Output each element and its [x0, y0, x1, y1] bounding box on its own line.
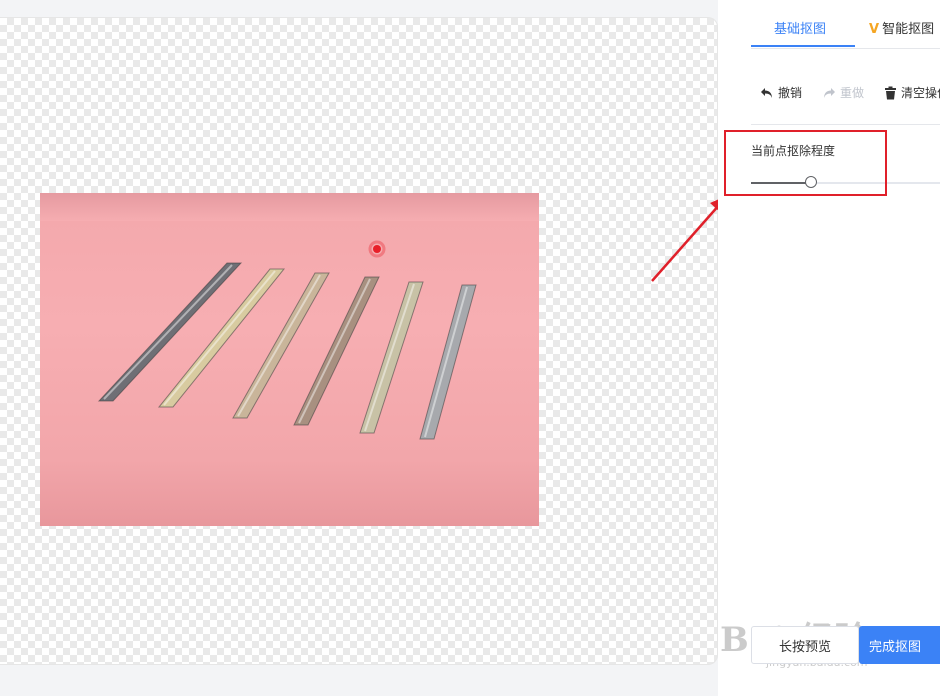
hold-preview-button[interactable]: 长按预览	[751, 626, 859, 664]
redo-button[interactable]: 重做	[822, 84, 864, 101]
tab-basic-cutout[interactable]: 基础抠图	[774, 18, 826, 37]
undo-button[interactable]: 撤销	[760, 84, 802, 101]
clear-button[interactable]: 清空操作	[884, 84, 940, 101]
metal-strip-highlight	[364, 283, 415, 432]
active-tab-indicator	[751, 45, 855, 47]
product-photo[interactable]	[40, 193, 539, 526]
undo-label: 撤销	[778, 86, 803, 100]
undo-icon	[761, 87, 772, 98]
canvas-area[interactable]	[0, 17, 718, 665]
selection-point-marker	[373, 245, 381, 253]
metal-strip	[419, 284, 477, 440]
tab-smart-cutout[interactable]: V 智能抠图	[869, 18, 934, 37]
trash-icon	[885, 86, 896, 99]
edit-toolbar: 撤销 重做 清空操作	[760, 84, 940, 104]
annotation-highlight-box	[724, 130, 887, 196]
tab-bar: 基础抠图 V 智能抠图	[751, 0, 940, 49]
redo-label: 重做	[840, 86, 865, 100]
redo-icon	[824, 87, 835, 98]
clear-label: 清空操作	[901, 86, 940, 100]
annotation-arrow	[651, 196, 726, 282]
finish-cutout-button[interactable]: 完成抠图	[859, 626, 940, 664]
vip-v-icon: V	[869, 22, 880, 37]
side-panel: 基础抠图 V智能抠图 撤销 重做 清空操作	[718, 0, 940, 696]
photo-backdrop	[40, 193, 539, 221]
metal-strip-highlight	[103, 264, 233, 400]
tab-smart-cutout-label: 智能抠图	[882, 22, 935, 37]
toolbar-divider	[751, 124, 940, 125]
tab-basic-cutout-label: 基础抠图	[774, 22, 827, 37]
metal-strip-highlight	[424, 286, 468, 438]
photo-drawing	[40, 193, 539, 440]
metal-strip	[359, 281, 424, 434]
